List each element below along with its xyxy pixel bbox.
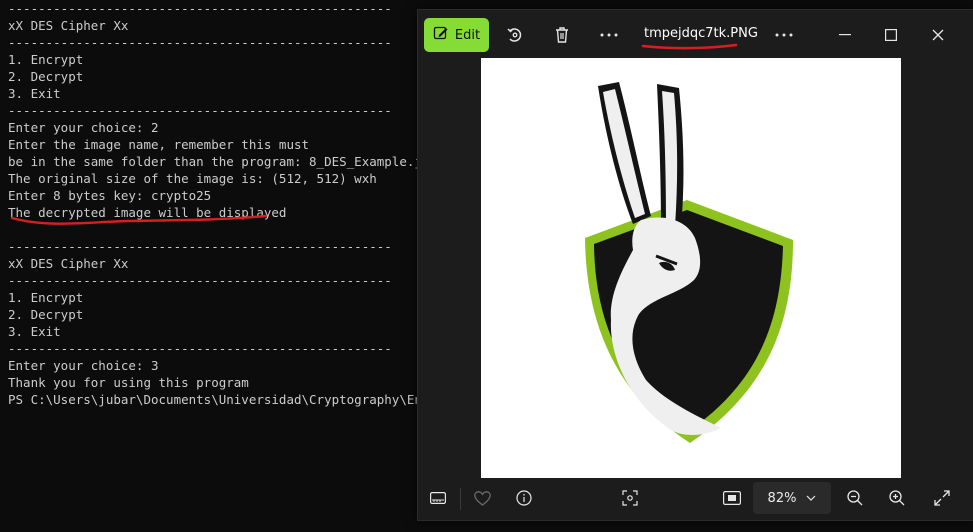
actual-size-button[interactable] [716, 482, 748, 514]
fullscreen-icon [934, 490, 950, 506]
terminal-line: 1. Encrypt [8, 52, 84, 67]
red-underline-annotation [641, 43, 738, 50]
terminal-line: ----------------------------------------… [8, 35, 392, 50]
filmstrip-icon [430, 492, 446, 504]
crop-button[interactable] [614, 482, 646, 514]
terminal-line: be in the same folder than the program: … [8, 154, 420, 169]
zoom-level-value: 82% [767, 490, 797, 506]
terminal-line: Enter your choice: 3 [8, 358, 159, 373]
terminal-line: ----------------------------------------… [8, 341, 392, 356]
terminal-line: 3. Exit [8, 324, 61, 339]
crop-icon [622, 490, 638, 506]
image-viewer-window[interactable]: Edit tmpejdqc7tk.PNG 82% [417, 9, 973, 521]
terminal-line: 1. Encrypt [8, 290, 84, 305]
close-icon [932, 29, 944, 41]
filmstrip-button[interactable] [422, 482, 454, 514]
zoom-level-dropdown[interactable]: 82% [753, 482, 831, 514]
terminal-line: ----------------------------------------… [8, 239, 392, 254]
info-button[interactable] [508, 482, 540, 514]
red-underline-annotation [10, 214, 268, 225]
terminal-line: Thank you for using this program [8, 375, 249, 390]
info-icon [516, 490, 532, 506]
delete-icon [556, 27, 568, 43]
favorite-button[interactable] [466, 482, 498, 514]
delete-button[interactable] [544, 18, 580, 52]
edit-icon [433, 25, 449, 45]
viewer-bottom-bar: 82% [418, 478, 973, 520]
toolbar-divider [460, 488, 461, 510]
minimize-icon [839, 34, 851, 36]
terminal-line: xX DES Cipher Xx [8, 18, 129, 33]
minimize-button[interactable] [827, 18, 863, 52]
favorite-icon [473, 490, 491, 506]
image-canvas[interactable] [481, 58, 901, 478]
terminal-line: 2. Decrypt [8, 307, 84, 322]
more-icon [600, 33, 618, 37]
zoom-out-button[interactable] [839, 482, 871, 514]
edit-label: Edit [454, 27, 481, 43]
maximize-button[interactable] [873, 18, 909, 52]
terminal-line: xX DES Cipher Xx [8, 256, 129, 271]
terminal-line: ----------------------------------------… [8, 1, 392, 16]
edit-button[interactable]: Edit [424, 18, 489, 52]
more-icon [775, 33, 793, 37]
terminal-line: 2. Decrypt [8, 69, 84, 84]
terminal-line: ----------------------------------------… [8, 103, 392, 118]
terminal-line: PS C:\Users\jubar\Documents\Universidad\… [8, 392, 420, 407]
rotate-icon [507, 28, 522, 42]
viewer-toolbar: Edit tmpejdqc7tk.PNG [418, 10, 973, 60]
close-button[interactable] [920, 18, 956, 52]
fullscreen-button[interactable] [926, 482, 958, 514]
terminal-line: Enter the image name, remember this must [8, 137, 310, 152]
rabbit-shield-logo-image [585, 82, 793, 443]
window-more-button[interactable] [766, 18, 802, 52]
zoom-in-button[interactable] [881, 482, 913, 514]
chevron-down-icon [807, 495, 816, 501]
terminal-line: Enter your choice: 2 [8, 120, 159, 135]
terminal-line: ----------------------------------------… [8, 273, 392, 288]
terminal-line: Enter 8 bytes key: crypto25 [8, 188, 212, 203]
more-options-button[interactable] [591, 18, 627, 52]
terminal-line: The original size of the image is: (512,… [8, 171, 377, 186]
actual-size-icon [723, 491, 741, 505]
file-name-title: tmpejdqc7tk.PNG [644, 26, 758, 41]
maximize-icon [885, 29, 897, 41]
terminal-window[interactable]: ----------------------------------------… [0, 0, 420, 532]
rotate-button[interactable] [497, 18, 533, 52]
zoom-in-icon [889, 490, 905, 506]
terminal-line: 3. Exit [8, 86, 61, 101]
zoom-out-icon [847, 490, 863, 506]
